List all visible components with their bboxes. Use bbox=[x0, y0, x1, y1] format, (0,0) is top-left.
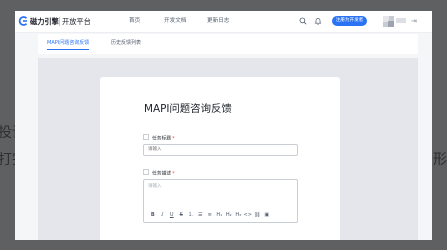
top-navbar: 磁力引擎 开放平台 首页 开发文档 更新日志 注册为开发者 ⇥ bbox=[15, 11, 432, 33]
tab-bar: MAPI问题咨询反馈 历史反馈列表 bbox=[38, 34, 418, 54]
bold-icon[interactable]: B bbox=[148, 212, 158, 219]
tab-feedback-history[interactable]: 历史反馈列表 bbox=[111, 40, 141, 49]
checkbox-icon bbox=[143, 134, 149, 140]
logo-icon bbox=[18, 16, 28, 26]
underline-icon[interactable]: U bbox=[167, 212, 177, 219]
image-icon[interactable]: ▣ bbox=[262, 212, 272, 219]
nav-link-home[interactable]: 首页 bbox=[129, 18, 140, 25]
brand-subtitle: 开放平台 bbox=[62, 17, 91, 26]
brand-name[interactable]: 磁力引擎 bbox=[30, 17, 59, 26]
search-icon[interactable] bbox=[299, 17, 307, 25]
task-description-label: 任务描述* bbox=[143, 169, 175, 178]
editor-toolbar: B I U S ⒈ ☰ ≡ H₁ H₂ H₃ <> ⛓ ▣ bbox=[148, 212, 272, 219]
task-description-editor[interactable]: 请输入 B I U S ⒈ ☰ ≡ H₁ H₂ H₃ <> ⛓ ▣ bbox=[143, 179, 298, 223]
heading-2-icon[interactable]: H₂ bbox=[224, 212, 234, 219]
ordered-list-icon[interactable]: ⒈ bbox=[186, 212, 196, 219]
register-developer-button[interactable]: 注册为开发者 bbox=[332, 16, 367, 26]
page-title: MAPI问题咨询反馈 bbox=[144, 103, 232, 115]
avatar[interactable] bbox=[383, 16, 394, 27]
required-marker: * bbox=[172, 136, 175, 142]
link-icon[interactable]: ⛓ bbox=[253, 212, 263, 219]
nav-link-docs[interactable]: 开发文档 bbox=[164, 18, 186, 25]
checkbox-icon bbox=[143, 169, 149, 175]
platform-window: 磁力引擎 开放平台 首页 开发文档 更新日志 注册为开发者 ⇥ MAPI问题咨询… bbox=[15, 11, 432, 240]
strikethrough-icon[interactable]: S bbox=[177, 212, 187, 219]
bg-text-3: 形 bbox=[433, 152, 447, 168]
logout-icon[interactable]: ⇥ bbox=[411, 16, 423, 26]
task-title-input[interactable] bbox=[143, 144, 298, 156]
heading-1-icon[interactable]: H₁ bbox=[215, 212, 225, 219]
heading-3-icon[interactable]: H₃ bbox=[234, 212, 244, 219]
required-marker: * bbox=[172, 171, 175, 177]
bullet-list-icon[interactable]: ☰ bbox=[196, 212, 206, 219]
italic-icon[interactable]: I bbox=[158, 212, 168, 219]
code-icon[interactable]: <> bbox=[243, 212, 253, 219]
editor-placeholder: 请输入 bbox=[148, 184, 162, 189]
task-title-label: 任务标题* bbox=[143, 134, 175, 143]
align-icon[interactable]: ≡ bbox=[205, 212, 215, 219]
username-redacted bbox=[396, 18, 406, 23]
content-area: MAPI问题咨询反馈 任务标题* 任务描述* 请输入 BIUS⒈☰≡H₁H₂H₃… bbox=[38, 58, 418, 240]
feedback-form-card: MAPI问题咨询反馈 任务标题* 任务描述* 请输入 BIUS⒈☰≡H₁H₂H₃… bbox=[100, 77, 340, 240]
brand-divider bbox=[59, 17, 60, 26]
tab-mapi-feedback[interactable]: MAPI问题咨询反馈 bbox=[47, 40, 90, 50]
nav-link-changelog[interactable]: 更新日志 bbox=[207, 18, 229, 25]
bell-icon[interactable] bbox=[314, 17, 322, 25]
